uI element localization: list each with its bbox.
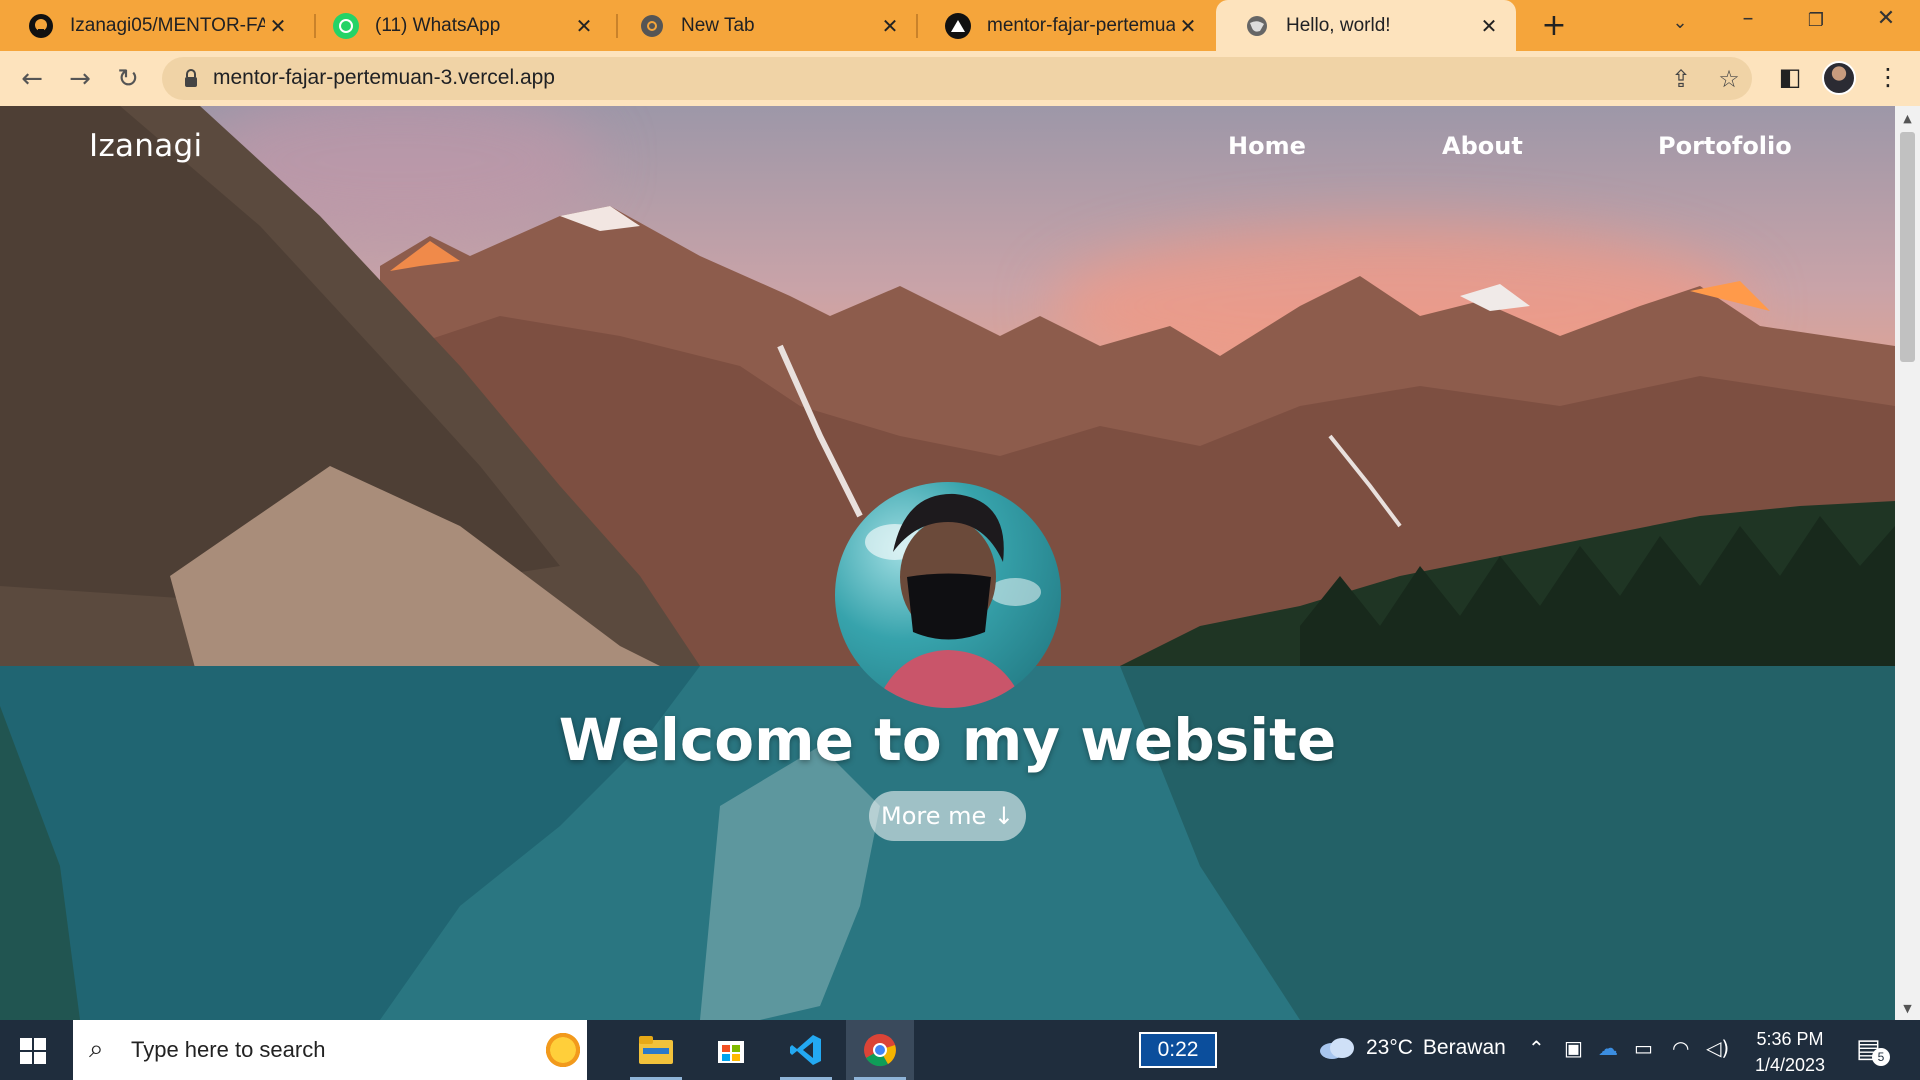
browser-toolbar: ← → ↻ mentor-fajar-pertemuan-3.vercel.ap… <box>0 51 1920 107</box>
windows-taskbar: ⌕ Type here to search 0:22 23°C Berawan … <box>0 1020 1920 1080</box>
weather-widget[interactable]: 23°C Berawan <box>1318 1036 1506 1060</box>
weather-temperature: 23°C <box>1366 1036 1413 1059</box>
tab-github[interactable]: Izanagi05/MENTOR-FAJAR ✕ <box>0 0 305 51</box>
chrome-taskbar-icon[interactable] <box>846 1020 914 1080</box>
close-tab-icon[interactable]: ✕ <box>1476 14 1502 38</box>
minimize-icon[interactable]: – <box>1728 6 1768 31</box>
close-tab-icon[interactable]: ✕ <box>877 14 903 38</box>
profile-avatar[interactable] <box>1822 61 1856 95</box>
scroll-down-icon[interactable]: ▼ <box>1895 1002 1920 1015</box>
url-text[interactable]: mentor-fajar-pertemuan-3.vercel.app <box>213 66 555 90</box>
chrome-icon <box>639 13 665 39</box>
github-icon <box>28 13 54 39</box>
restore-icon[interactable]: ❐ <box>1796 10 1836 31</box>
tab-strip: Izanagi05/MENTOR-FAJAR ✕ (11) WhatsApp ✕… <box>0 0 1920 51</box>
close-tab-icon[interactable]: ✕ <box>571 14 597 38</box>
nav-home-link[interactable]: Home <box>1228 132 1306 160</box>
share-icon[interactable]: ⇪ <box>1666 65 1696 93</box>
tab-new-tab[interactable]: New Tab ✕ <box>611 0 917 51</box>
search-placeholder: Type here to search <box>131 1037 326 1062</box>
tab-search-icon[interactable]: ⌄ <box>1660 12 1700 33</box>
clock-time: 5:36 PM <box>1756 1029 1824 1049</box>
tab-hello-world[interactable]: Hello, world! ✕ <box>1216 0 1516 51</box>
wifi-icon[interactable]: ◠ <box>1672 1036 1689 1060</box>
page-scrollbar[interactable]: ▲ ▼ <box>1895 106 1920 1020</box>
tab-title: mentor-fajar-pertemuan-3 <box>987 14 1175 36</box>
file-explorer-icon[interactable] <box>622 1020 690 1080</box>
web-page: Izanagi Home About Portofolio Welcome to… <box>0 106 1895 1020</box>
weather-description: Berawan <box>1422 1036 1506 1059</box>
back-icon[interactable]: ← <box>12 59 52 99</box>
cloud-icon <box>1320 1038 1354 1059</box>
profile-photo <box>835 482 1061 708</box>
recording-timer[interactable]: 0:22 <box>1139 1032 1217 1068</box>
system-clock[interactable]: 5:36 PM 1/4/2023 <box>1740 1026 1840 1078</box>
nav-portofolio-link[interactable]: Portofolio <box>1658 132 1792 160</box>
show-hidden-icons-icon[interactable]: ⌃ <box>1528 1036 1545 1060</box>
hero-title: Welcome to my website <box>558 706 1337 774</box>
windows-start-icon[interactable] <box>20 1038 46 1064</box>
globe-icon <box>1244 13 1270 39</box>
new-tab-button[interactable]: + <box>1536 8 1572 43</box>
notification-center-icon[interactable]: ▤ 5 <box>1856 1034 1890 1066</box>
meet-now-icon[interactable]: ▣ <box>1564 1036 1583 1060</box>
bookmark-star-icon[interactable]: ☆ <box>1714 65 1744 93</box>
more-me-button[interactable]: More me ↓ <box>869 791 1026 841</box>
tab-title: Hello, world! <box>1286 14 1391 36</box>
search-highlight-icon <box>543 1030 583 1070</box>
tab-title: (11) WhatsApp <box>375 14 501 36</box>
close-tab-icon[interactable]: ✕ <box>265 14 291 38</box>
tab-vercel[interactable]: mentor-fajar-pertemuan-3 ✕ <box>917 0 1215 51</box>
lock-icon[interactable] <box>180 67 202 89</box>
vercel-icon <box>945 12 971 39</box>
vscode-icon[interactable] <box>772 1020 840 1080</box>
whatsapp-icon <box>333 12 359 39</box>
battery-icon[interactable]: ▭ <box>1634 1036 1653 1060</box>
close-window-icon[interactable]: ✕ <box>1866 6 1906 31</box>
clock-date: 1/4/2023 <box>1754 1055 1826 1075</box>
volume-icon[interactable]: ◁) <box>1706 1036 1729 1060</box>
reload-icon[interactable]: ↻ <box>108 59 148 99</box>
tab-title: Izanagi05/MENTOR-FAJAR <box>70 14 265 36</box>
tab-title: New Tab <box>681 14 755 36</box>
search-icon: ⌕ <box>89 1034 104 1064</box>
nav-about-link[interactable]: About <box>1442 132 1523 160</box>
taskbar-search-box[interactable]: ⌕ Type here to search <box>73 1020 587 1080</box>
notification-count-badge: 5 <box>1872 1048 1890 1066</box>
address-bar[interactable]: mentor-fajar-pertemuan-3.vercel.app ⇪ ☆ <box>162 57 1752 100</box>
site-brand[interactable]: Izanagi <box>89 128 202 164</box>
microsoft-store-icon[interactable] <box>697 1020 765 1080</box>
onedrive-icon[interactable]: ☁ <box>1598 1036 1618 1060</box>
forward-icon[interactable]: → <box>60 59 100 99</box>
close-tab-icon[interactable]: ✕ <box>1175 14 1201 38</box>
side-panel-icon[interactable]: ◧ <box>1774 63 1806 91</box>
scroll-up-icon[interactable]: ▲ <box>1895 112 1920 125</box>
scrollbar-thumb[interactable] <box>1900 132 1915 362</box>
menu-kebab-icon[interactable]: ⋮ <box>1872 63 1904 91</box>
tab-whatsapp[interactable]: (11) WhatsApp ✕ <box>305 0 611 51</box>
